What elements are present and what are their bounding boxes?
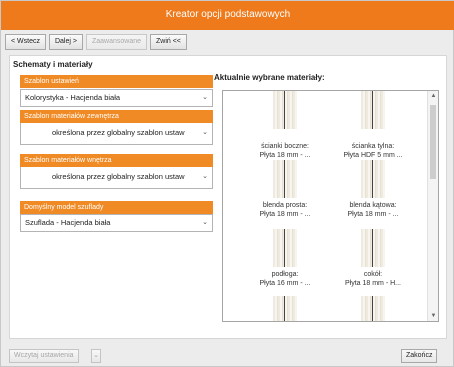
material-item: ścianka tylna: Płyta HDF 5 mm ... xyxy=(334,91,412,160)
material-swatch xyxy=(361,229,385,267)
material-item: blenda prosta: Płyta 18 mm - ... xyxy=(246,160,324,219)
material-name: blenda kątowa: xyxy=(349,202,397,209)
scroll-down-icon[interactable]: ▼ xyxy=(428,311,438,321)
title-bar: Kreator opcji podstawowych xyxy=(1,1,454,30)
material-value: Płyta 18 mm - ... xyxy=(347,211,399,218)
material-name: ścianka tylna: xyxy=(351,143,395,150)
drawer-model-header: Domyślny model szuflady xyxy=(20,201,213,214)
section-title: Schematy i materiały xyxy=(13,60,93,69)
material-name: podłoga: xyxy=(271,271,299,278)
material-swatch xyxy=(273,229,297,267)
material-item: ścianki boczne: Płyta 18 mm - ... xyxy=(246,91,324,160)
chevron-down-icon: ⌄ xyxy=(202,173,208,180)
materials-scrollbar[interactable]: ▲ ▼ xyxy=(427,91,438,321)
interior-materials-header: Szablon materiałów wnętrza xyxy=(20,154,213,167)
material-item: cokół: Płyta 18 mm - H... xyxy=(334,229,412,288)
finish-button[interactable]: Zakończ xyxy=(401,349,438,363)
window-title: Kreator opcji podstawowych xyxy=(165,9,291,20)
material-swatch xyxy=(273,91,297,129)
material-value: Płyta HDF 5 mm ... xyxy=(343,152,403,159)
interior-materials-value: określona przez globalny szablon ustaw xyxy=(52,172,185,181)
material-name: cokół: xyxy=(363,271,383,278)
back-button[interactable]: < Wstecz xyxy=(5,34,46,50)
material-swatch xyxy=(273,160,297,198)
material-swatch xyxy=(361,296,385,321)
next-button[interactable]: Dalej > xyxy=(48,34,83,50)
scrollbar-thumb[interactable] xyxy=(430,105,436,179)
chevron-down-icon: ⌄ xyxy=(93,352,99,359)
materials-list[interactable]: ścianki boczne: Płyta 18 mm - ... ściank… xyxy=(222,90,439,322)
material-item: blenda kątowa: Płyta 18 mm - ... xyxy=(334,160,412,219)
materials-title: Aktualnie wybrane materiały: xyxy=(214,73,325,82)
material-swatch xyxy=(361,160,385,198)
interior-materials-select[interactable]: określona przez globalny szablon ustaw ⌄ xyxy=(20,167,213,189)
material-swatch xyxy=(273,296,297,321)
exterior-materials-header: Szablon materiałów zewnętrza xyxy=(20,110,213,123)
material-value: Płyta 18 mm - ... xyxy=(259,211,311,218)
material-name: ścianki boczne: xyxy=(261,143,309,150)
exterior-materials-value: określona przez globalny szablon ustaw xyxy=(52,128,185,137)
material-value: Płyta 16 mm - ... xyxy=(259,280,311,287)
material-item xyxy=(246,296,324,321)
material-value: Płyta 18 mm - ... xyxy=(259,152,311,159)
scroll-up-icon[interactable]: ▲ xyxy=(428,91,438,101)
advanced-button[interactable]: Zaawansowane xyxy=(85,34,147,50)
wizard-window: Kreator opcji podstawowych < Wstecz Dale… xyxy=(0,0,454,367)
settings-template-header: Szablon ustawień xyxy=(20,75,213,88)
material-item: podłoga: Płyta 16 mm - ... xyxy=(246,229,324,288)
collapse-button[interactable]: Zwiń << xyxy=(150,34,187,50)
drawer-model-value: Szuflada - Hacjenda biała xyxy=(25,218,111,227)
drawer-model-select[interactable]: Szuflada - Hacjenda biała ⌄ xyxy=(20,214,213,232)
chevron-down-icon: ⌄ xyxy=(202,129,208,136)
settings-template-select[interactable]: Kolorystyka - Hacjenda biała ⌄ xyxy=(20,89,213,107)
settings-template-value: Kolorystyka - Hacjenda biała xyxy=(25,93,121,102)
chevron-down-icon: ⌄ xyxy=(202,94,208,101)
material-item xyxy=(334,296,412,321)
exterior-materials-select[interactable]: określona przez globalny szablon ustaw ⌄ xyxy=(20,123,213,145)
material-name: blenda prosta: xyxy=(262,202,308,209)
load-settings-dropdown[interactable]: ⌄ xyxy=(91,349,101,363)
load-settings-button[interactable]: Wczytaj ustawienia xyxy=(9,349,79,363)
wizard-toolbar: < Wstecz Dalej > Zaawansowane Zwiń << xyxy=(5,34,187,52)
material-value: Płyta 18 mm - H... xyxy=(344,280,401,287)
material-swatch xyxy=(361,91,385,129)
chevron-down-icon: ⌄ xyxy=(202,219,208,226)
